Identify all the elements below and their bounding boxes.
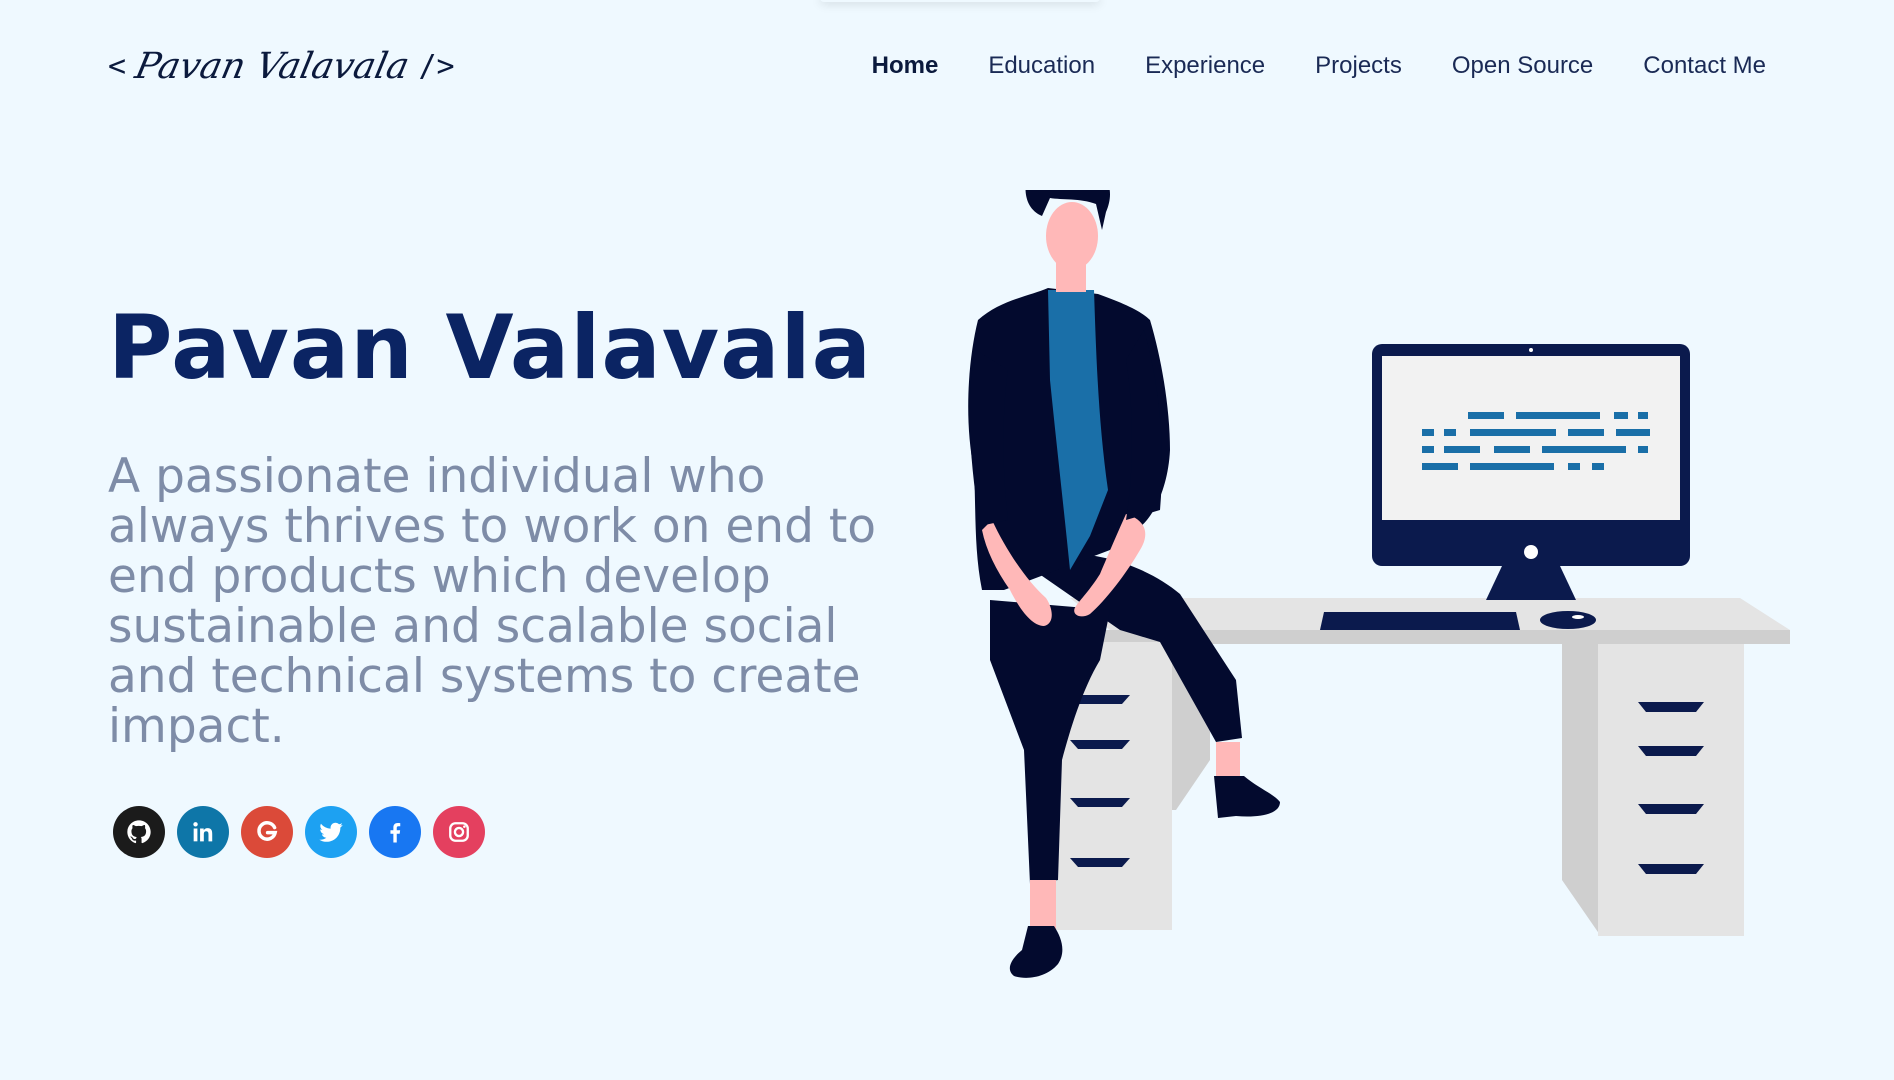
hero-title: Pavan Valavala (108, 296, 873, 399)
twitter-link[interactable] (305, 806, 357, 858)
main-nav: Home Education Experience Projects Open … (872, 52, 1766, 80)
person-back-shoe (1214, 776, 1280, 818)
monitor-screen (1382, 356, 1680, 520)
right-drawer-unit (1598, 644, 1744, 936)
logo-close-bracket: /> (418, 48, 455, 84)
mouse (1540, 611, 1596, 629)
linkedin-icon (193, 822, 213, 842)
google-icon (257, 821, 278, 841)
right-drawer-side (1562, 644, 1600, 935)
hero-subtitle: A passionate individual who always thriv… (108, 449, 877, 754)
nav-open-source[interactable]: Open Source (1452, 52, 1593, 80)
nav-projects[interactable]: Projects (1315, 52, 1402, 80)
github-icon (127, 820, 151, 844)
instagram-link[interactable] (433, 806, 485, 858)
site-header: < Pavan Valavala /> Home Education Exper… (0, 0, 1894, 140)
person-front-shoe (1009, 926, 1063, 978)
twitter-icon (319, 822, 343, 842)
github-link[interactable] (113, 806, 165, 858)
nav-experience[interactable]: Experience (1145, 52, 1265, 80)
developer-at-desk-illustration (968, 190, 1790, 978)
nav-education[interactable]: Education (988, 52, 1095, 80)
nav-contact-me[interactable]: Contact Me (1643, 52, 1766, 80)
logo-open-bracket: < (108, 48, 127, 84)
facebook-link[interactable] (369, 806, 421, 858)
monitor-stand (1486, 566, 1576, 600)
instagram-icon (449, 822, 469, 842)
nav-home[interactable]: Home (872, 52, 939, 80)
monitor-power-dot (1524, 545, 1538, 559)
person-front-shin (1030, 880, 1056, 930)
keyboard (1320, 612, 1520, 630)
monitor-camera (1529, 348, 1533, 352)
social-links (113, 806, 485, 858)
logo-signature: Pavan Valavala (131, 45, 413, 87)
site-logo[interactable]: < Pavan Valavala /> (108, 38, 455, 94)
google-link[interactable] (241, 806, 293, 858)
facebook-icon (390, 823, 401, 843)
person-face (1046, 202, 1098, 270)
linkedin-link[interactable] (177, 806, 229, 858)
mouse-highlight (1572, 615, 1584, 619)
